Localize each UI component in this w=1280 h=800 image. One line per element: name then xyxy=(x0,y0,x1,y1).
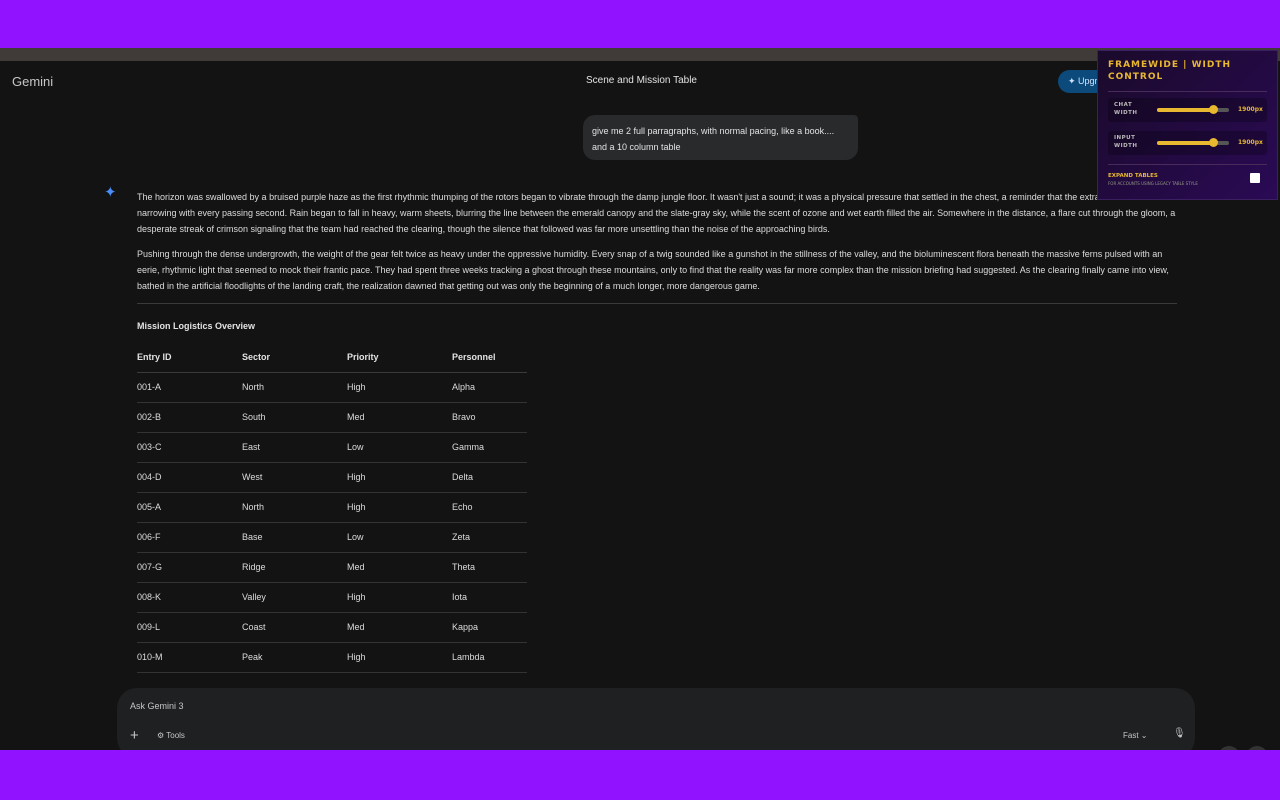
sliders-icon: ⚙ xyxy=(157,731,167,740)
expand-tables-checkbox[interactable] xyxy=(1250,173,1260,183)
table-cell: 007-G xyxy=(137,552,242,583)
mission-table: Entry ID Sector Priority Personnel 001-A Nor… xyxy=(137,342,527,673)
paragraph: The horizon was swallowed by a bruised p… xyxy=(137,192,1176,234)
input-width-slider[interactable] xyxy=(1157,138,1229,147)
add-icon[interactable]: + xyxy=(130,727,139,744)
table-row: 003-C East Low Gamma xyxy=(137,432,527,463)
input-width-control: INPUT WIDTH 1900px xyxy=(1108,131,1267,155)
table-cell: Theta xyxy=(452,552,527,583)
table-cell: North xyxy=(242,372,347,403)
table-cell: Gamma xyxy=(452,432,527,463)
table-cell: Echo xyxy=(452,492,527,523)
table-cell: 002-B xyxy=(137,402,242,433)
tools-button[interactable]: ⚙ Tools xyxy=(157,731,185,740)
sparkle-icon: ✦ xyxy=(1068,76,1079,86)
table-cell: Alpha xyxy=(452,372,527,403)
table-row: 010-M Peak High Lambda xyxy=(137,642,527,673)
table-row: 009-L Coast Med Kappa xyxy=(137,612,527,643)
table-cell: 005-A xyxy=(137,492,242,523)
table-cell: East xyxy=(242,432,347,463)
column-header: Personnel xyxy=(452,342,527,373)
table-cell: Peak xyxy=(242,642,347,673)
table-cell: Bravo xyxy=(452,402,527,433)
table-cell: High xyxy=(347,372,452,403)
floating-button[interactable] xyxy=(1218,746,1240,750)
table-cell: Delta xyxy=(452,462,527,493)
framewide-panel: FRAMEWIDE | WIDTH CONTROL CHAT WIDTH 190… xyxy=(1097,50,1278,200)
table-row: 007-G Ridge Med Theta xyxy=(137,552,527,583)
gemini-app: Gemini Scene and Mission Table ✦ Upgrade… xyxy=(0,61,1280,750)
user-message: give me 2 full parragraphs, with normal … xyxy=(583,115,858,160)
table-cell: Iota xyxy=(452,582,527,613)
table-cell: Ridge xyxy=(242,552,347,583)
table-cell: Low xyxy=(347,522,452,553)
table-row: 001-A North High Alpha xyxy=(137,372,527,403)
table-cell: 009-L xyxy=(137,612,242,643)
table-row: 005-A North High Echo xyxy=(137,492,527,523)
prompt-input[interactable]: Ask Gemini 3 xyxy=(130,701,184,711)
table-cell: Valley xyxy=(242,582,347,613)
divider xyxy=(1108,91,1267,92)
table-cell: 006-F xyxy=(137,522,242,553)
table-cell: Lambda xyxy=(452,642,527,673)
response-text: The horizon was swallowed by a bruised p… xyxy=(137,189,1177,303)
table-cell: Med xyxy=(347,552,452,583)
browser-strip xyxy=(0,48,1280,61)
conversation-title: Scene and Mission Table xyxy=(586,75,697,86)
table-cell: West xyxy=(242,462,347,493)
table-cell: 003-C xyxy=(137,432,242,463)
table-cell: High xyxy=(347,642,452,673)
divider xyxy=(1108,164,1267,165)
table-row: 004-D West High Delta xyxy=(137,462,527,493)
chat-width-control: CHAT WIDTH 1900px xyxy=(1108,98,1267,122)
microphone-icon[interactable]: 🎙 xyxy=(1173,728,1186,739)
table-cell: Base xyxy=(242,522,347,553)
table-cell: Coast xyxy=(242,612,347,643)
panel-title: FRAMEWIDE | WIDTH CONTROL xyxy=(1108,60,1232,82)
brand-logo[interactable]: Gemini xyxy=(12,74,53,89)
table-cell: 010-M xyxy=(137,642,242,673)
table-cell: North xyxy=(242,492,347,523)
paragraph: Pushing through the dense undergrowth, t… xyxy=(137,249,1169,291)
table-cell: 004-D xyxy=(137,462,242,493)
chat-width-slider[interactable] xyxy=(1157,105,1229,114)
table-cell: Zeta xyxy=(452,522,527,553)
gemini-sparkle-icon: ✦ xyxy=(104,184,117,201)
divider xyxy=(137,303,1177,304)
column-header: Entry ID xyxy=(137,342,242,373)
floating-button[interactable] xyxy=(1246,746,1268,750)
table-cell: High xyxy=(347,462,452,493)
table-cell: Low xyxy=(347,432,452,463)
table-cell: Med xyxy=(347,612,452,643)
table-row: 008-K Valley High Iota xyxy=(137,582,527,613)
table-cell: High xyxy=(347,582,452,613)
table-cell: 001-A xyxy=(137,372,242,403)
column-header: Sector xyxy=(242,342,347,373)
table-title: Mission Logistics Overview xyxy=(137,321,256,331)
table-row: 006-F Base Low Zeta xyxy=(137,522,527,553)
table-row: 002-B South Med Bravo xyxy=(137,402,527,433)
chevron-down-icon: ⌄ xyxy=(1140,731,1148,740)
column-header: Priority xyxy=(347,342,452,373)
table-cell: Med xyxy=(347,402,452,433)
table-cell: High xyxy=(347,492,452,523)
table-cell: 008-K xyxy=(137,582,242,613)
mode-selector[interactable]: Fast ⌄ xyxy=(1123,731,1148,740)
table-cell: Kappa xyxy=(452,612,527,643)
table-cell: South xyxy=(242,402,347,433)
prompt-box[interactable]: Ask Gemini 3 + ⚙ Tools Fast ⌄ 🎙 xyxy=(117,688,1195,750)
